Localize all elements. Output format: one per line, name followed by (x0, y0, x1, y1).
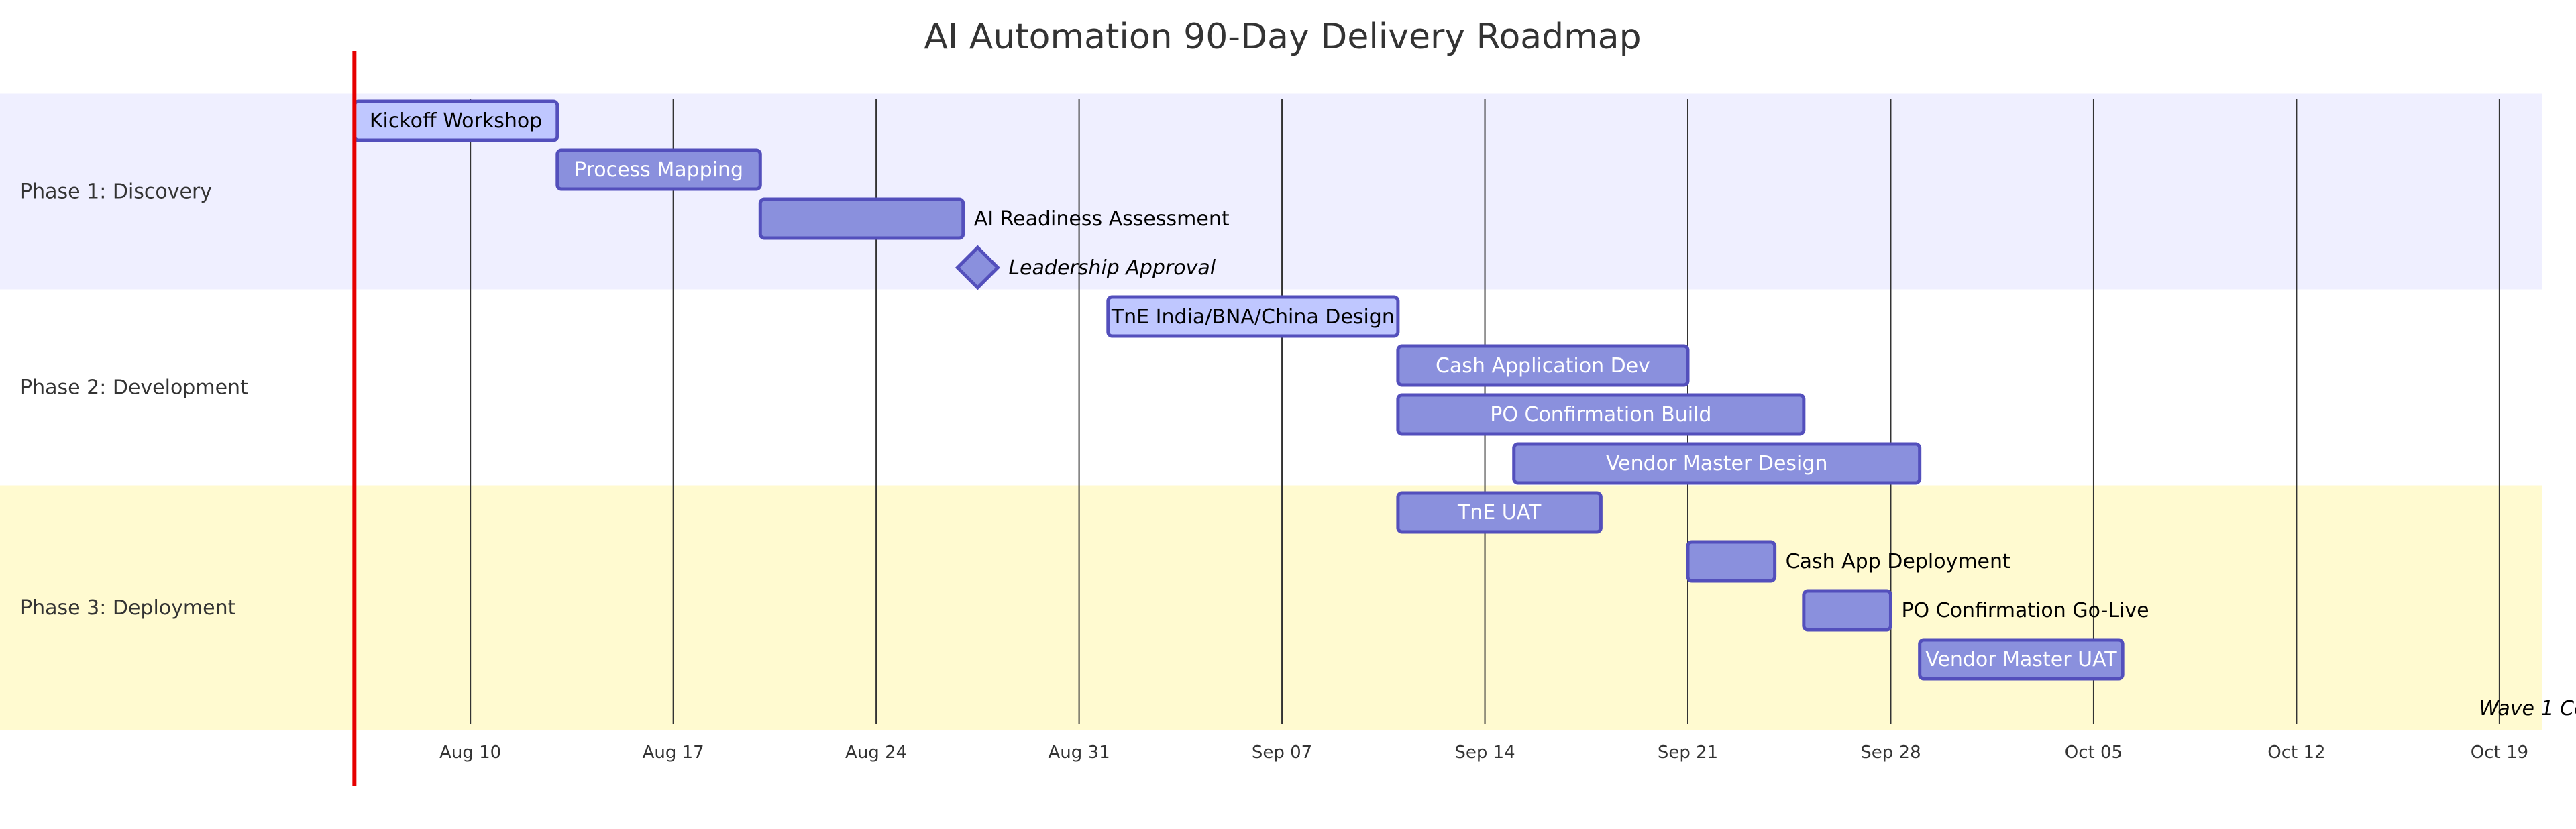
tick-label: Oct 12 (2267, 742, 2325, 763)
task-label: Vendor Master UAT (1925, 648, 2117, 671)
section-label: Phase 3: Deployment (20, 596, 236, 620)
tick-label: Aug 24 (845, 742, 907, 763)
task-bar (1686, 540, 1777, 583)
task-label: TnE UAT (1457, 501, 1542, 524)
section-band (0, 485, 2542, 730)
task-label: Cash App Deployment (1786, 550, 2010, 573)
tick-label: Aug 31 (1049, 742, 1110, 763)
task-label: Process Mapping (574, 158, 743, 182)
tick-label: Sep 21 (1658, 742, 1718, 763)
task-label: TnE India/BNA/China Design (1111, 305, 1395, 329)
task-label: PO Confirmation Go-Live (1901, 599, 2149, 622)
task-label: Kickoff Workshop (370, 109, 542, 133)
task-label: AI Readiness Assessment (974, 207, 1230, 231)
tick-label: Oct 19 (2471, 742, 2528, 763)
tick-label: Oct 05 (2065, 742, 2123, 763)
chart-title: AI Automation 90-Day Delivery Roadmap (924, 17, 1641, 57)
tick-label: Sep 28 (1860, 742, 1921, 763)
section-label: Phase 2: Development (20, 376, 248, 400)
section-label: Phase 1: Discovery (20, 180, 212, 204)
task-bar (1802, 589, 1892, 632)
tick-label: Sep 07 (1252, 742, 1312, 763)
tick-label: Aug 10 (439, 742, 501, 763)
gantt-chart: Aug 10 Aug 17 Aug 24 Aug 31 Sep 07 Sep 14 Sep … (0, 17, 2576, 786)
milestone-label: Wave 1 Complete (2479, 697, 2576, 720)
task-label: Vendor Master Design (1606, 452, 1828, 476)
task-label: Cash Application Dev (1436, 354, 1650, 378)
tick-label: Aug 17 (643, 742, 704, 763)
milestone-label: Leadership Approval (1008, 256, 1216, 280)
tick-label: Sep 14 (1454, 742, 1515, 763)
task-bar (758, 197, 965, 240)
task-label: PO Confirmation Build (1490, 403, 1711, 427)
section-bands (0, 93, 2542, 730)
